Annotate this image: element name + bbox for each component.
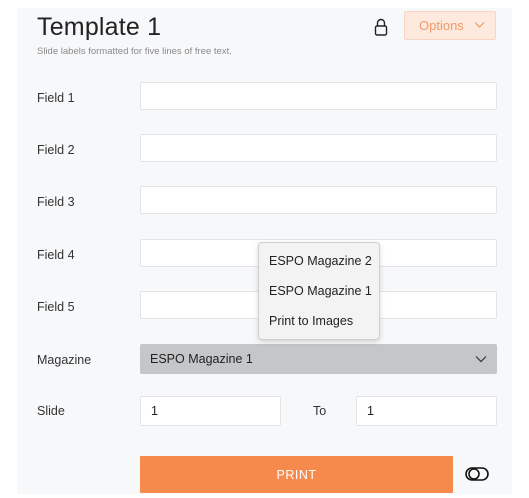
field-1-input[interactable] <box>140 82 497 110</box>
field-1-label: Field 1 <box>37 91 75 105</box>
field-3-input[interactable] <box>140 186 497 214</box>
slide-to-label: To <box>313 404 327 418</box>
chevron-down-icon <box>474 22 485 28</box>
chevron-down-icon <box>475 356 487 363</box>
field-3-label: Field 3 <box>37 195 75 209</box>
magazine-select[interactable]: ESPO Magazine 1 <box>140 344 497 374</box>
field-2-input[interactable] <box>140 134 497 162</box>
field-2-label: Field 2 <box>37 143 75 157</box>
print-button-label: PRINT <box>276 467 317 482</box>
slide-to-input[interactable]: 1 <box>356 396 497 426</box>
slide-label: Slide <box>37 404 65 418</box>
options-button-label: Options <box>419 18 464 33</box>
field-5-label: Field 5 <box>37 300 75 314</box>
menu-item-print-to-images[interactable]: Print to Images <box>259 311 379 341</box>
page-title: Template 1 <box>37 13 162 41</box>
magazine-dropdown-menu: ESPO Magazine 2 ESPO Magazine 1 Print to… <box>258 242 380 340</box>
print-button[interactable]: PRINT <box>140 456 453 493</box>
page-subtitle: Slide labels formatted for five lines of… <box>37 46 232 57</box>
magazine-label: Magazine <box>37 353 92 367</box>
field-4-label: Field 4 <box>37 248 75 262</box>
menu-item-espo-magazine-2[interactable]: ESPO Magazine 2 <box>259 251 379 281</box>
menu-item-espo-magazine-1[interactable]: ESPO Magazine 1 <box>259 281 379 311</box>
toggle-icon[interactable] <box>465 466 489 482</box>
slide-from-input[interactable]: 1 <box>140 396 281 426</box>
magazine-selected-value: ESPO Magazine 1 <box>150 352 253 366</box>
options-button[interactable]: Options <box>404 11 496 40</box>
lock-icon[interactable] <box>374 18 388 36</box>
